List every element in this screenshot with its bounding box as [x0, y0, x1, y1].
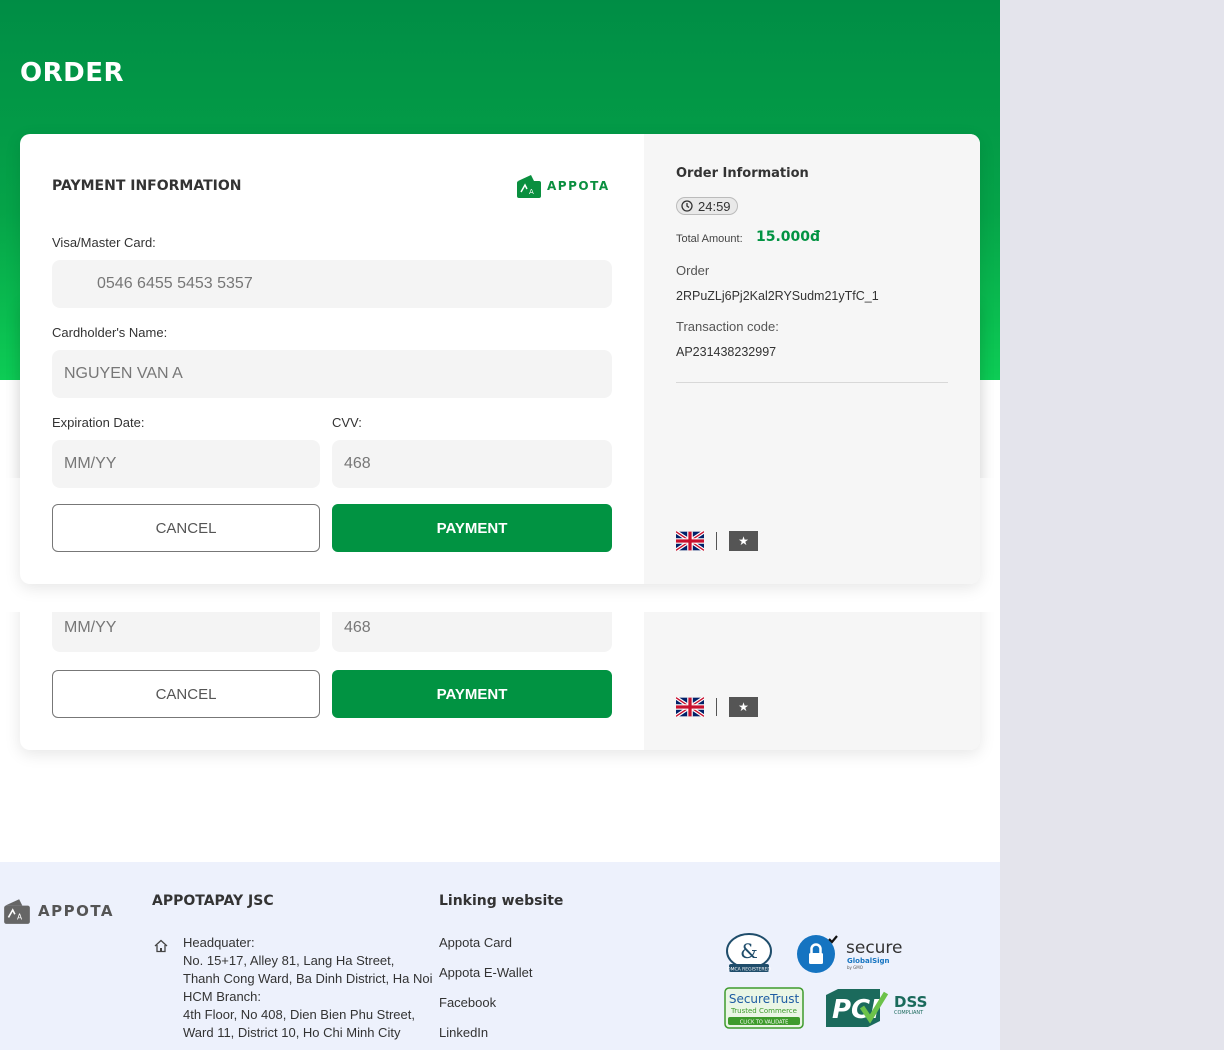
pci-dss-badge[interactable]: PCI DSS COMPLIANT [824, 987, 936, 1029]
headquarter-address: No. 15+17, Alley 81, Lang Ha Street, Tha… [183, 953, 433, 986]
order-information-title: Order Information [676, 166, 809, 181]
dmca-text: DMCA REGISTERED [727, 967, 771, 973]
language-separator [716, 532, 717, 550]
company-address: Headquater: No. 15+17, Alley 81, Lang Ha… [183, 934, 433, 1042]
dmca-badge[interactable]: & DMCA REGISTERED [725, 933, 773, 973]
dss-text: DSS [894, 993, 927, 1011]
securetrust-text: SecureTrust [729, 992, 800, 1006]
link-facebook[interactable]: Facebook [439, 995, 496, 1010]
total-amount-label: Total Amount: [676, 233, 743, 245]
branch-address: 4th Floor, No 408, Dien Bien Phu Street,… [183, 1007, 415, 1040]
vietnam-flag-icon[interactable]: ★ [729, 531, 758, 551]
link-appota-card[interactable]: Appota Card [439, 935, 512, 950]
uk-flag-icon[interactable] [676, 531, 704, 551]
compliant-text: COMPLIANT [894, 1010, 924, 1016]
svg-text:A: A [17, 913, 23, 922]
globalsign-secure-badge[interactable]: secure GlobalSign by GMO [796, 933, 906, 975]
page: ORDER MM/YY 468 CANCEL PAYMENT ★ PAYMENT… [0, 0, 1000, 1050]
wallet-icon: A [4, 899, 30, 924]
order-id: 2RPuZLj6Pj2Kal2RYSudm21yTfC_1 [676, 289, 879, 303]
link-linkedin[interactable]: LinkedIn [439, 1025, 488, 1040]
trusted-commerce-text: Trusted Commerce [730, 1007, 797, 1015]
expiration-date-input[interactable]: MM/YY [52, 440, 320, 488]
payment-information-title: PAYMENT INFORMATION [52, 178, 242, 194]
countdown-timer: 24:59 [676, 197, 738, 215]
branch-label: HCM Branch: [183, 989, 262, 1004]
order-label: Order [676, 263, 710, 278]
bygmo-text: by GMO [847, 965, 863, 970]
cancel-button-duplicate[interactable]: CANCEL [52, 670, 320, 718]
transaction-code-value: AP231438232997 [676, 345, 777, 359]
uk-flag-icon[interactable] [676, 697, 704, 717]
transaction-code-label: Transaction code: [676, 319, 779, 334]
cancel-button[interactable]: CANCEL [52, 504, 320, 552]
svg-text:A: A [529, 188, 534, 196]
globalsign-text: GlobalSign [847, 957, 890, 965]
wallet-icon: A [517, 175, 541, 198]
cardholder-name-input[interactable]: NGUYEN VAN A [52, 350, 612, 398]
vietnam-flag-icon[interactable]: ★ [729, 697, 758, 717]
payment-button[interactable]: PAYMENT [332, 504, 612, 552]
timer-value: 24:59 [698, 198, 731, 214]
home-icon [154, 939, 168, 953]
appota-logo: A APPOTA [515, 172, 610, 200]
svg-text:&: & [740, 939, 758, 963]
cardholder-name-label: Cardholder's Name: [52, 325, 168, 340]
company-name: APPOTAPAY JSC [152, 893, 274, 909]
secure-text: secure [846, 938, 903, 958]
cvv-label: CVV: [332, 415, 362, 430]
order-information-panel: Order Information 24:59 Total Amount: 15… [644, 134, 980, 584]
language-switcher: ★ [676, 531, 758, 551]
payment-panel: PAYMENT INFORMATION A APPOTA Visa/Master… [20, 134, 644, 584]
linking-website-title: Linking website [439, 893, 564, 909]
link-appota-ewallet[interactable]: Appota E-Wallet [439, 965, 532, 980]
click-to-validate-text: CLICK TO VALIDATE [740, 1020, 788, 1026]
footer-brand-name: APPOTA [38, 902, 115, 920]
securetrust-badge[interactable]: SecureTrust Trusted Commerce CLICK TO VA… [724, 987, 804, 1029]
expiration-date-label: Expiration Date: [52, 415, 145, 430]
payment-button-duplicate[interactable]: PAYMENT [332, 670, 612, 718]
headquarter-label: Headquater: [183, 935, 255, 950]
cvv-input[interactable]: 468 [332, 440, 612, 488]
language-switcher-duplicate: ★ [676, 697, 758, 717]
language-separator [716, 698, 717, 716]
payment-card: PAYMENT INFORMATION A APPOTA Visa/Master… [20, 134, 980, 584]
card-number-label: Visa/Master Card: [52, 235, 156, 250]
footer-logo: A APPOTA [2, 896, 114, 926]
total-amount-value: 15.000đ [756, 229, 821, 245]
order-divider [676, 382, 948, 383]
clock-icon [681, 200, 693, 212]
card-number-input[interactable]: 0546 6455 5453 5357 [52, 260, 612, 308]
brand-name: APPOTA [547, 179, 610, 193]
footer: A APPOTA APPOTAPAY JSC Headquater: No. 1… [0, 862, 1000, 1050]
page-title: ORDER [20, 58, 124, 88]
